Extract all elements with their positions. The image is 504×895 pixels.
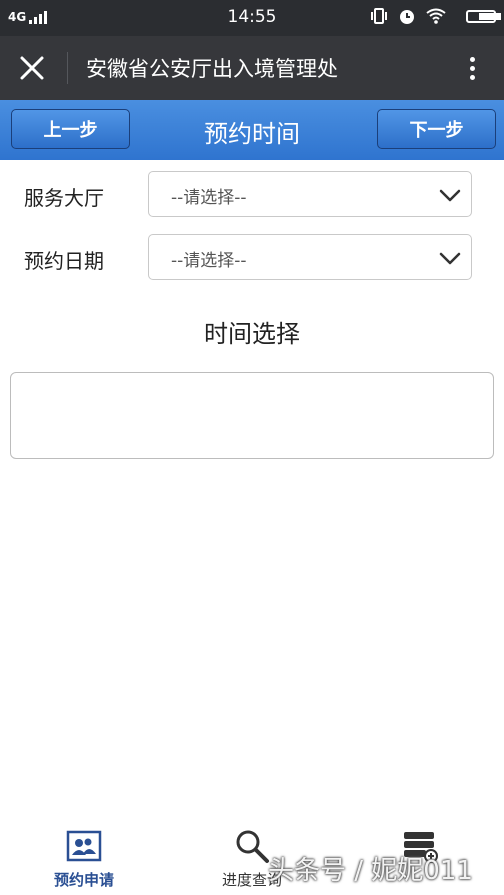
appointment-date-label: 预约日期 xyxy=(24,249,104,273)
service-hall-label: 服务大厅 xyxy=(24,186,104,210)
service-hall-row: 服务大厅 --请选择-- xyxy=(0,171,504,219)
alarm-icon xyxy=(398,7,416,25)
vibrate-icon xyxy=(370,8,388,24)
close-icon xyxy=(20,56,44,80)
time-selection-box[interactable] xyxy=(10,372,494,459)
appointment-date-row: 预约日期 --请选择-- xyxy=(0,234,504,282)
status-bar: 4G 14:55 xyxy=(0,0,504,36)
search-icon xyxy=(236,830,269,863)
status-icons xyxy=(360,7,501,25)
watermark: 头条号 / 妮妮011 xyxy=(268,856,473,886)
wifi-icon xyxy=(426,8,446,24)
page-title: 安徽省公安厅出入境管理处 xyxy=(86,57,338,81)
close-button[interactable] xyxy=(14,50,50,86)
chevron-down-icon xyxy=(439,189,461,202)
header-divider xyxy=(67,52,68,84)
appointment-date-select[interactable]: --请选择-- xyxy=(148,234,472,280)
step-nav-bar: 上一步 预约时间 下一步 xyxy=(0,100,504,160)
next-step-button[interactable]: 下一步 xyxy=(377,109,496,149)
battery-icon xyxy=(456,9,501,23)
more-options-button[interactable] xyxy=(462,50,482,86)
battery-level xyxy=(479,12,501,20)
people-card-icon xyxy=(66,830,102,862)
service-hall-value: --请选择-- xyxy=(171,188,247,208)
appointment-date-value: --请选择-- xyxy=(171,251,247,271)
chevron-down-icon xyxy=(439,252,461,265)
tab-label: 预约申请 xyxy=(53,871,114,889)
time-selection-title: 时间选择 xyxy=(204,320,300,348)
more-vertical-icon xyxy=(469,56,475,62)
tab-appointment-apply[interactable]: 预约申请 xyxy=(0,820,168,895)
app-header: 安徽省公安厅出入境管理处 xyxy=(0,36,504,100)
service-hall-select[interactable]: --请选择-- xyxy=(148,171,472,217)
